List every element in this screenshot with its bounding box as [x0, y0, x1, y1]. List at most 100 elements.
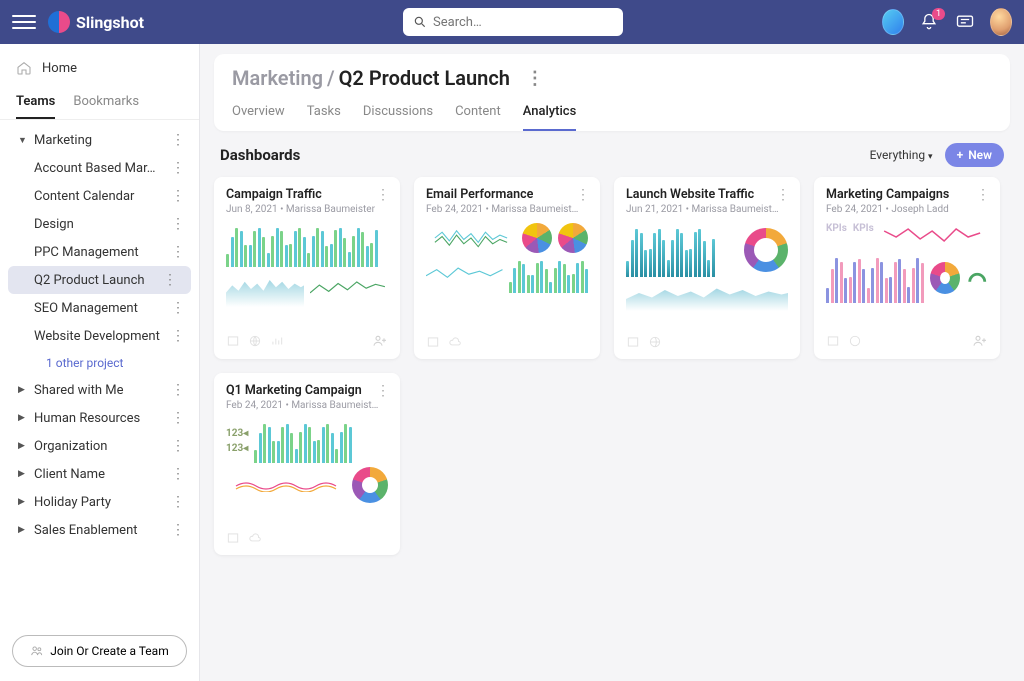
tree-team[interactable]: ▶Human Resources⋮	[0, 404, 199, 432]
gauge-icon	[966, 266, 989, 290]
notifications-button[interactable]: 1	[918, 11, 940, 33]
filter-dropdown[interactable]: Everything ▾	[870, 148, 933, 162]
card-menu-button[interactable]: ⋮	[376, 187, 390, 203]
top-bar: Slingshot 1	[0, 0, 1024, 44]
tree-item-menu[interactable]: ⋮	[167, 522, 189, 538]
breadcrumb-sep: /	[327, 66, 335, 90]
assistant-avatar[interactable]	[882, 11, 904, 33]
tab-discussions[interactable]: Discussions	[363, 104, 433, 131]
tree-team-marketing[interactable]: ▼Marketing ⋮	[0, 126, 199, 154]
tree-project[interactable]: SEO Management⋮	[0, 294, 199, 322]
caret-right-icon: ▶	[18, 497, 28, 507]
breadcrumb-current: Q2 Product Launch	[339, 66, 510, 90]
dashboards-header: Dashboards Everything ▾ + New	[214, 131, 1010, 177]
caret-right-icon: ▶	[18, 385, 28, 395]
tree-item-menu[interactable]: ⋮	[159, 272, 181, 288]
search-input[interactable]	[433, 15, 613, 30]
tree-item-menu[interactable]: ⋮	[167, 410, 189, 426]
tree-more-link[interactable]: 1 other project	[0, 350, 199, 376]
tree-project[interactable]: Website Development⋮	[0, 322, 199, 350]
tree-team[interactable]: ▶Shared with Me⋮	[0, 376, 199, 404]
book-icon	[426, 335, 440, 349]
sidebar-home[interactable]: Home	[0, 52, 199, 84]
tree-team[interactable]: ▶Holiday Party⋮	[0, 488, 199, 516]
tree-item-menu[interactable]: ⋮	[167, 382, 189, 398]
page-menu-button[interactable]: ⋮	[526, 68, 544, 89]
card-meta: Feb 24, 2021 • Marissa Baumeist…	[226, 400, 388, 411]
app-name: Slingshot	[76, 13, 144, 32]
caret-right-icon: ▶	[18, 441, 28, 451]
tree-project-active[interactable]: Q2 Product Launch⋮	[8, 266, 191, 294]
tree-project[interactable]: Content Calendar⋮	[0, 182, 199, 210]
card-meta: Jun 8, 2021 • Marissa Baumeister	[226, 204, 388, 215]
tree-item-menu[interactable]: ⋮	[167, 188, 189, 204]
messages-button[interactable]	[954, 11, 976, 33]
dashboard-card[interactable]: Q1 Marketing Campaign Feb 24, 2021 • Mar…	[214, 373, 400, 555]
tree-item-menu[interactable]: ⋮	[167, 216, 189, 232]
card-preview	[426, 223, 588, 329]
card-preview: 123◂ 123◂	[226, 419, 388, 525]
caret-right-icon: ▶	[18, 413, 28, 423]
tab-tasks[interactable]: Tasks	[307, 104, 341, 131]
search-box[interactable]	[403, 8, 623, 36]
card-preview: KPIs KPIs	[826, 223, 988, 327]
tree-item-menu[interactable]: ⋮	[167, 300, 189, 316]
dashboard-card[interactable]: Campaign Traffic Jun 8, 2021 • Marissa B…	[214, 177, 400, 359]
dashboard-cards: Campaign Traffic Jun 8, 2021 • Marissa B…	[214, 177, 1010, 555]
card-menu-button[interactable]: ⋮	[376, 383, 390, 399]
chevron-down-icon: ▾	[928, 152, 933, 162]
tab-overview[interactable]: Overview	[232, 104, 285, 131]
tree-item-menu[interactable]: ⋮	[167, 132, 189, 148]
breadcrumb-parent[interactable]: Marketing	[232, 66, 323, 90]
join-team-button[interactable]: Join Or Create a Team	[12, 635, 187, 667]
book-icon	[226, 334, 240, 348]
globe-icon	[848, 334, 862, 348]
section-title: Dashboards	[220, 146, 300, 164]
add-user-icon[interactable]	[972, 333, 988, 349]
page-header-card: Marketing / Q2 Product Launch ⋮ Overview…	[214, 54, 1010, 131]
tree-item-menu[interactable]: ⋮	[167, 438, 189, 454]
tree-item-menu[interactable]: ⋮	[167, 244, 189, 260]
card-meta: Feb 24, 2021 • Marissa Baumeist…	[426, 204, 588, 215]
sidebar-tab-teams[interactable]: Teams	[16, 94, 55, 119]
card-menu-button[interactable]: ⋮	[776, 187, 790, 203]
caret-down-icon: ▼	[18, 135, 28, 146]
dashboard-card[interactable]: Email Performance Feb 24, 2021 • Marissa…	[414, 177, 600, 359]
card-title: Marketing Campaigns	[826, 187, 988, 202]
tree-team[interactable]: ▶Sales Enablement⋮	[0, 516, 199, 544]
tree-item-menu[interactable]: ⋮	[167, 466, 189, 482]
plus-icon: +	[957, 148, 964, 162]
book-icon	[626, 335, 640, 349]
tree-project[interactable]: Design⋮	[0, 210, 199, 238]
menu-icon[interactable]	[12, 10, 36, 34]
dashboard-card[interactable]: Launch Website Traffic Jun 21, 2021 • Ma…	[614, 177, 800, 359]
card-title: Campaign Traffic	[226, 187, 388, 202]
cloud-icon	[248, 531, 262, 545]
new-dashboard-button[interactable]: + New	[945, 143, 1004, 167]
app-logo[interactable]: Slingshot	[48, 11, 144, 33]
card-menu-button[interactable]: ⋮	[976, 187, 990, 203]
logo-mark-icon	[48, 11, 70, 33]
tree-project[interactable]: Account Based Mar…⋮	[0, 154, 199, 182]
book-icon	[826, 334, 840, 348]
tree-project[interactable]: PPC Management⋮	[0, 238, 199, 266]
user-avatar[interactable]	[990, 11, 1012, 33]
card-title: Q1 Marketing Campaign	[226, 383, 388, 398]
tab-content[interactable]: Content	[455, 104, 501, 131]
card-preview	[626, 223, 788, 329]
tree-item-menu[interactable]: ⋮	[167, 328, 189, 344]
tree-team[interactable]: ▶Client Name⋮	[0, 460, 199, 488]
card-menu-button[interactable]: ⋮	[576, 187, 590, 203]
sidebar-tree: ▼Marketing ⋮ Account Based Mar…⋮ Content…	[0, 120, 199, 635]
sidebar-tab-bookmarks[interactable]: Bookmarks	[73, 94, 139, 119]
add-user-icon[interactable]	[372, 333, 388, 349]
tree-item-menu[interactable]: ⋮	[167, 160, 189, 176]
tab-analytics[interactable]: Analytics	[523, 104, 577, 131]
dashboard-card[interactable]: Marketing Campaigns Feb 24, 2021 • Josep…	[814, 177, 1000, 359]
book-icon	[226, 531, 240, 545]
chart-icon	[270, 334, 284, 348]
tree-item-menu[interactable]: ⋮	[167, 494, 189, 510]
globe-icon	[248, 334, 262, 348]
sidebar-home-label: Home	[42, 61, 77, 76]
tree-team[interactable]: ▶Organization⋮	[0, 432, 199, 460]
